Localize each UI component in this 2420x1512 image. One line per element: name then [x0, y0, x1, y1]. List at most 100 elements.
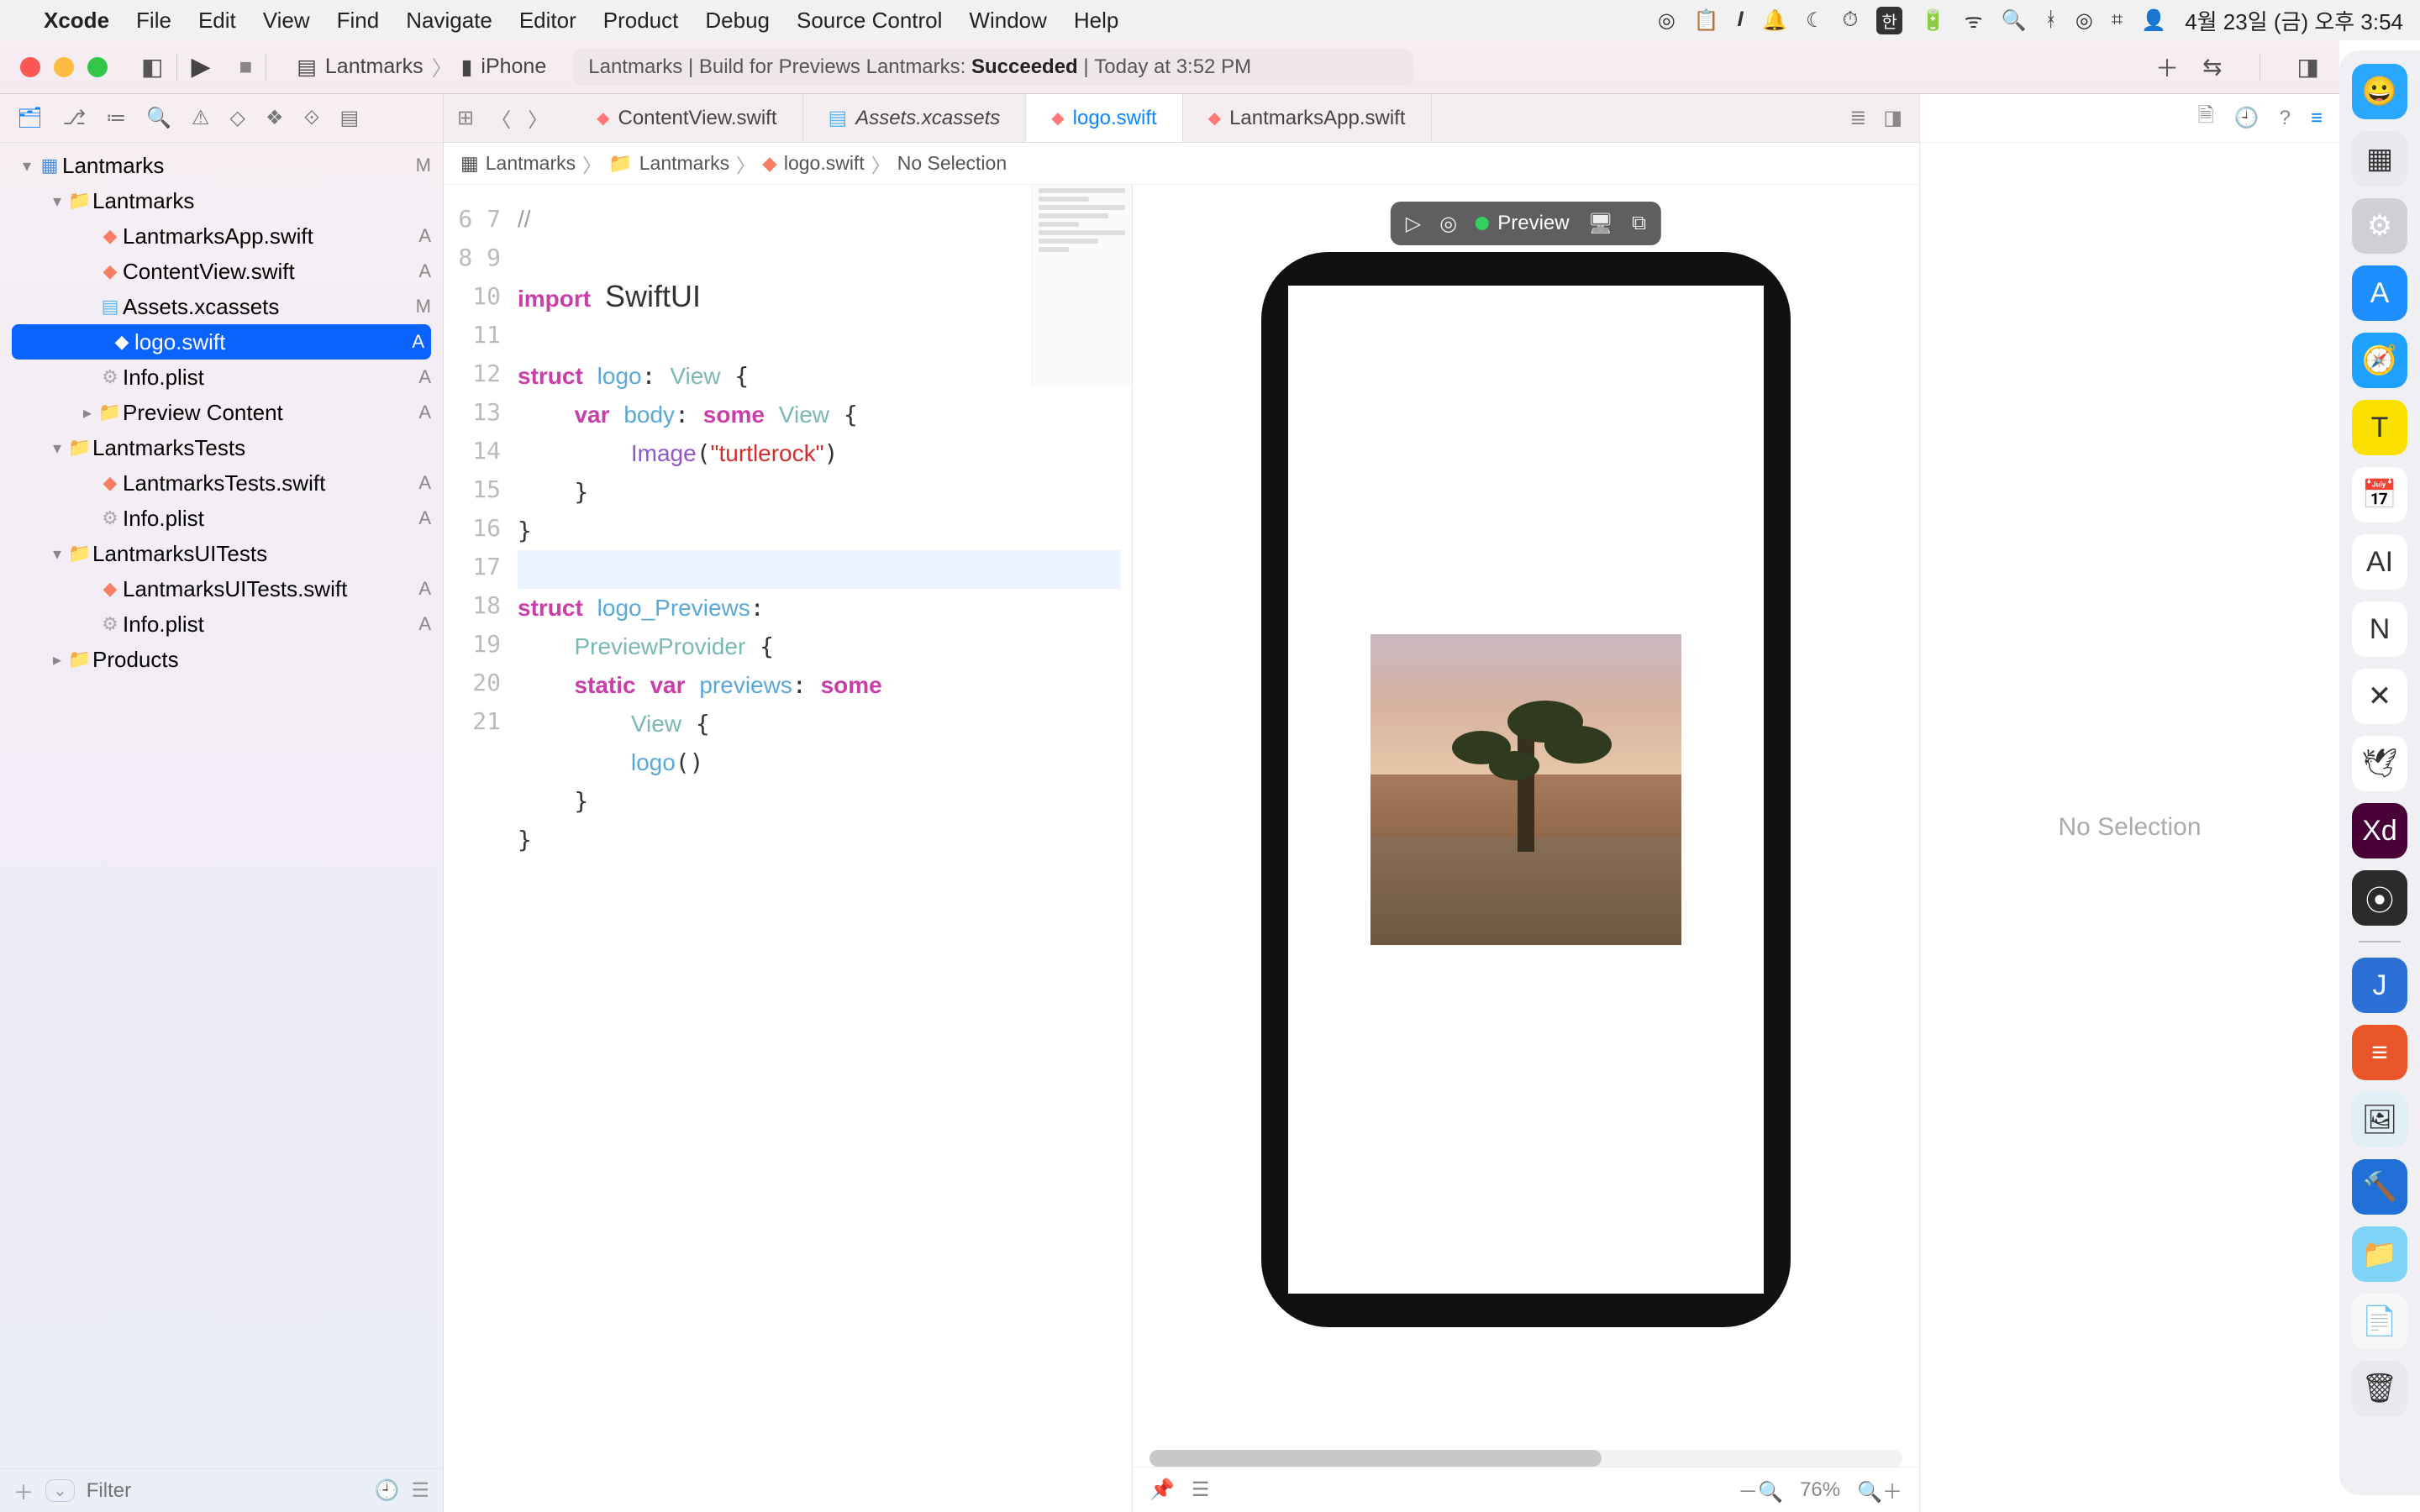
- inspector-attributes-tab[interactable]: ≡: [2311, 107, 2323, 130]
- scheme-project[interactable]: Lantmarks: [325, 55, 424, 79]
- window-minimize[interactable]: [54, 57, 74, 77]
- tree-item-info-plist[interactable]: ⚙Info.plistA: [0, 606, 443, 642]
- dock-app-xd[interactable]: Xd: [2352, 803, 2407, 858]
- timer-icon[interactable]: ⏱: [1843, 8, 1859, 32]
- canvas-duplicate-icon[interactable]: ⧉: [1632, 212, 1646, 235]
- minimap-toggle[interactable]: ≣: [1849, 106, 1866, 130]
- tree-item-info-plist[interactable]: ⚙Info.plistA: [0, 360, 443, 395]
- related-items-button[interactable]: ⊞: [457, 106, 474, 130]
- wifi-icon[interactable]: ᯤ: [1965, 7, 1983, 34]
- tree-item-lantmarks[interactable]: ▾📁Lantmarks: [0, 183, 443, 218]
- filter-scope-button[interactable]: ⌄: [45, 1479, 75, 1502]
- dock-app-safari[interactable]: 🧭: [2352, 333, 2407, 388]
- tree-item-lantmarksapp-swift[interactable]: ◆LantmarksApp.swiftA: [0, 218, 443, 254]
- dock-app-dictionary[interactable]: J: [2352, 958, 2407, 1013]
- dock-app-pdf[interactable]: ≡: [2352, 1025, 2407, 1080]
- menu-product[interactable]: Product: [603, 8, 679, 34]
- canvas-settings-button[interactable]: ☰: [1192, 1478, 1210, 1502]
- menu-navigate[interactable]: Navigate: [406, 8, 492, 34]
- tree-item-info-plist[interactable]: ⚙Info.plistA: [0, 501, 443, 536]
- dnd-icon[interactable]: ☾: [1806, 8, 1824, 33]
- tree-item-preview-content[interactable]: ▸📁Preview ContentA: [0, 395, 443, 430]
- clipboard-icon[interactable]: 📋: [1694, 8, 1719, 33]
- debug-navigator-tab[interactable]: ❖: [266, 106, 284, 130]
- tree-item-contentview-swift[interactable]: ◆ContentView.swiftA: [0, 254, 443, 289]
- dock-app-appstore[interactable]: A: [2352, 265, 2407, 321]
- battery-icon[interactable]: 🔋: [1921, 8, 1946, 33]
- menubar-clock[interactable]: 4월 23일 (금) 오후 3:54: [2185, 5, 2403, 36]
- dock-app-trash[interactable]: 🗑: [2352, 1361, 2407, 1416]
- symbol-navigator-tab[interactable]: ≔: [106, 106, 126, 130]
- recent-filter-button[interactable]: 🕘: [375, 1478, 400, 1503]
- control-center-icon[interactable]: ⌗: [2112, 8, 2123, 32]
- spotlight-icon[interactable]: 🔍: [2002, 8, 2027, 33]
- canvas-scrollbar[interactable]: [1150, 1450, 1902, 1467]
- tree-item-lantmarks[interactable]: ▾▦LantmarksM: [0, 148, 443, 183]
- menu-source-control[interactable]: Source Control: [797, 8, 942, 34]
- minimap[interactable]: [1031, 185, 1132, 386]
- window-zoom[interactable]: [87, 57, 108, 77]
- jump-bar[interactable]: ▦ Lantmarks〉 📁Lantmarks〉 ◆logo.swift〉 No…: [444, 143, 1919, 185]
- ime-icon[interactable]: 한: [1876, 7, 1902, 34]
- menu-help[interactable]: Help: [1074, 8, 1118, 34]
- dock-app-settings[interactable]: ⚙: [2352, 198, 2407, 254]
- report-navigator-tab[interactable]: ▤: [339, 106, 359, 130]
- menu-edit[interactable]: Edit: [198, 8, 236, 34]
- editor-tab-logo-swift[interactable]: ◆logo.swift: [1026, 94, 1182, 142]
- tree-item-products[interactable]: ▸📁Products: [0, 642, 443, 677]
- dock-app-swift[interactable]: 🕊: [2352, 736, 2407, 791]
- scheme-device[interactable]: iPhone: [481, 55, 546, 79]
- dock-app-launchpad[interactable]: ▦: [2352, 131, 2407, 186]
- notification-icon[interactable]: 🔔: [1762, 8, 1787, 33]
- tree-item-lantmarksuitests-swift[interactable]: ◆LantmarksUITests.swiftA: [0, 571, 443, 606]
- project-tree[interactable]: ▾▦LantmarksM▾📁Lantmarks◆LantmarksApp.swi…: [0, 143, 443, 1468]
- rec-icon[interactable]: ◎: [1658, 8, 1676, 33]
- editor-tab-lantmarksapp-swift[interactable]: ◆LantmarksApp.swift: [1183, 94, 1432, 142]
- scm-filter-button[interactable]: ☰: [411, 1478, 429, 1503]
- canvas-pin-button[interactable]: 📌: [1150, 1478, 1175, 1502]
- filter-input[interactable]: [87, 1479, 363, 1503]
- preview-canvas[interactable]: ▷ ◎ Preview 🖥 ⧉: [1133, 185, 1919, 1512]
- bluetooth-icon[interactable]: ᚼ: [2044, 8, 2056, 32]
- menu-window[interactable]: Window: [969, 8, 1046, 34]
- menu-view[interactable]: View: [263, 8, 310, 34]
- user-icon[interactable]: 👤: [2141, 8, 2166, 33]
- menu-file[interactable]: File: [136, 8, 171, 34]
- find-navigator-tab[interactable]: 🔍: [146, 106, 171, 130]
- source-control-navigator-tab[interactable]: ⎇: [62, 106, 86, 130]
- stop-button[interactable]: ■: [239, 54, 253, 80]
- code-review-button[interactable]: ⇆: [2202, 53, 2222, 81]
- toggle-navigator-button[interactable]: ◧: [141, 53, 163, 81]
- tree-item-lantmarkstests-swift[interactable]: ◆LantmarksTests.swiftA: [0, 465, 443, 501]
- window-close[interactable]: [20, 57, 40, 77]
- source-editor[interactable]: 6 7 8 9 10 11 12 13 14 15 16 17 18 19 20…: [444, 185, 1133, 1512]
- tree-item-lantmarkstests[interactable]: ▾📁LantmarksTests: [0, 430, 443, 465]
- tree-item-logo-swift[interactable]: ◆logo.swiftA: [12, 324, 431, 360]
- dock-app-finder[interactable]: 😀: [2352, 64, 2407, 119]
- dock-app-mixpanel[interactable]: ✕: [2352, 669, 2407, 724]
- canvas-preview-button[interactable]: Preview: [1476, 212, 1569, 235]
- editor-tab-assets-xcassets[interactable]: ▤Assets.xcassets: [803, 94, 1027, 142]
- menu-editor[interactable]: Editor: [519, 8, 576, 34]
- dock-app-illustrator[interactable]: AI: [2352, 534, 2407, 590]
- airdrop-icon[interactable]: ◎: [2075, 8, 2093, 33]
- dock-app-calendar[interactable]: 📅: [2352, 467, 2407, 522]
- dock-app-preview[interactable]: 🖼: [2352, 1092, 2407, 1147]
- add-target-button[interactable]: ＋: [13, 1476, 34, 1505]
- inspector-history-tab[interactable]: 🕘: [2234, 106, 2260, 130]
- app-menu[interactable]: Xcode: [44, 8, 109, 34]
- run-button[interactable]: ▶: [191, 52, 210, 81]
- dock-app-kakaotalk[interactable]: T: [2352, 400, 2407, 455]
- text-tool-icon[interactable]: 𝑰: [1738, 8, 1744, 32]
- nav-back-button[interactable]: 〈: [491, 103, 511, 133]
- editor-tab-contentview-swift[interactable]: ◆ContentView.swift: [571, 94, 802, 142]
- nav-forward-button[interactable]: 〉: [528, 103, 548, 133]
- test-navigator-tab[interactable]: ◇: [230, 106, 245, 130]
- dock-app-xcode[interactable]: 🔨: [2352, 1159, 2407, 1215]
- project-navigator-tab[interactable]: 🗂: [17, 106, 42, 130]
- zoom-out-button[interactable]: －🔍: [1738, 1475, 1783, 1504]
- toggle-inspector-button[interactable]: ◨: [2297, 53, 2319, 81]
- issue-navigator-tab[interactable]: ⚠: [192, 106, 210, 130]
- dock-app-textedit[interactable]: 📄: [2352, 1294, 2407, 1349]
- canvas-run-icon[interactable]: ▷: [1406, 212, 1421, 236]
